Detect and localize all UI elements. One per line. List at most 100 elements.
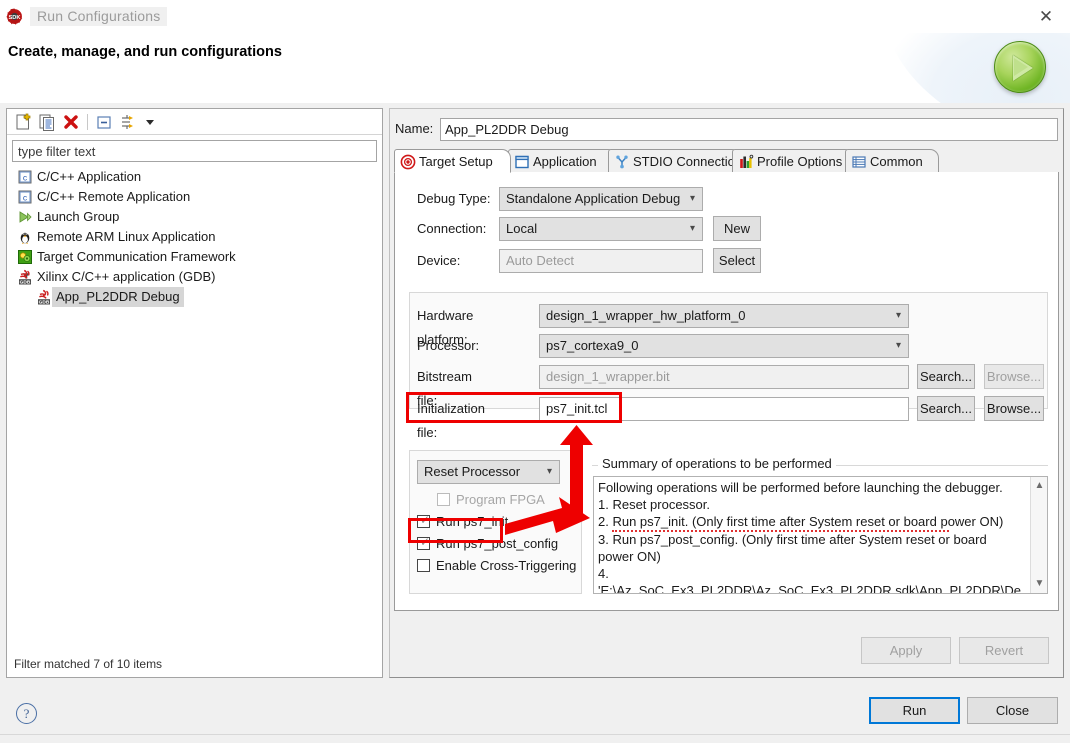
tree-item-label: Remote ARM Linux Application	[37, 229, 216, 244]
tree-item-target-communication-framework[interactable]: Target Communication Framework	[7, 247, 382, 267]
initialization-browse-button[interactable]: Browse...	[984, 396, 1044, 421]
bitstream-search-button[interactable]: Search...	[917, 364, 975, 389]
checkbox-label: Program FPGA	[456, 492, 545, 507]
dialog-footer: ? Run Close	[0, 683, 1070, 743]
tree-toolbar	[7, 109, 382, 135]
debug-type-select[interactable]: Standalone Application Debug ▾	[499, 187, 703, 211]
summary-text: Following operations will be performed b…	[598, 480, 1022, 594]
duplicate-icon[interactable]	[37, 112, 58, 132]
checkbox-box[interactable]	[417, 559, 430, 572]
close-button[interactable]: Close	[967, 697, 1058, 724]
connection-label: Connection:	[417, 221, 487, 236]
launch-config-tree[interactable]: c C/C++ Application c C/C++ Remote Appli…	[7, 167, 382, 645]
tab-application[interactable]: Application	[508, 149, 617, 173]
chevron-down-icon: ▾	[895, 340, 901, 351]
connection-row: Connection: Local ▾ New	[417, 216, 1037, 241]
filter-icon[interactable]	[118, 112, 139, 132]
help-question-icon[interactable]: ?	[16, 703, 37, 724]
linux-penguin-icon	[20, 232, 30, 244]
checkbox-box[interactable]: ✓	[417, 514, 430, 528]
tree-item-label: Xilinx C/C++ application (GDB)	[37, 269, 216, 284]
tree-item-label: C/C++ Application	[37, 169, 142, 184]
initialization-file-label: Initialization file:	[417, 401, 485, 440]
reset-mode-value: Reset Processor	[424, 464, 521, 479]
collapse-all-icon[interactable]	[94, 112, 115, 132]
gdb-icon: GDB	[19, 269, 31, 285]
device-field[interactable]: Auto Detect	[499, 249, 703, 273]
apply-revert-bar: Apply Revert	[390, 625, 1063, 677]
footer-divider	[0, 734, 1070, 735]
tree-item-label: Launch Group	[37, 209, 120, 224]
svg-text:SDK: SDK	[8, 15, 21, 21]
configuration-name-input[interactable]	[440, 118, 1058, 141]
hardware-platform-select[interactable]: design_1_wrapper_hw_platform_0 ▾	[539, 304, 909, 328]
chevron-up-icon[interactable]: ▲	[1031, 478, 1047, 494]
summary-red-underline	[612, 530, 949, 532]
launch-configuration-tree-panel: c C/C++ Application c C/C++ Remote Appli…	[6, 108, 383, 678]
initialization-search-button[interactable]: Search...	[917, 396, 975, 421]
connection-value: Local	[506, 221, 538, 236]
stdio-icon	[616, 155, 628, 169]
debug-type-row: Debug Type: Standalone Application Debug…	[417, 187, 1037, 211]
chevron-down-icon[interactable]	[140, 112, 161, 132]
initialization-file-field[interactable]: ps7_init.tcl	[539, 397, 909, 421]
reset-mode-select[interactable]: Reset Processor ▾	[417, 460, 560, 484]
tree-item-launch-group[interactable]: Launch Group	[7, 207, 382, 227]
name-label: Name:	[395, 121, 434, 136]
configuration-editor-panel: Name: Target Setup	[389, 108, 1064, 678]
tree-item-xilinx-c-cpp-application-gdb[interactable]: ▼ GDB Xilinx C/C++ application (GDB)	[7, 267, 382, 287]
run-configurations-dialog: SDK Run Configurations ✕ Create, manage,…	[0, 0, 1070, 743]
dialog-body: c C/C++ Application c C/C++ Remote Appli…	[0, 103, 1070, 683]
tab-common[interactable]: Common	[845, 149, 939, 173]
checkbox-label: Enable Cross-Triggering	[436, 558, 577, 573]
summary-legend: Summary of operations to be performed	[598, 456, 836, 471]
svg-text:GDB: GDB	[39, 300, 50, 305]
tab-label: STDIO Connection	[633, 154, 743, 169]
filter-status-text: Filter matched 7 of 10 items	[14, 657, 163, 671]
chevron-down-icon[interactable]: ▼	[1031, 576, 1047, 592]
gdb-icon: GDB	[38, 289, 50, 305]
profile-icon	[740, 154, 754, 168]
application-icon	[515, 155, 529, 169]
select-device-button[interactable]: Select	[713, 248, 761, 273]
bitstream-field[interactable]: design_1_wrapper.bit	[539, 365, 909, 389]
launch-group-icon	[19, 211, 32, 223]
target-setup-page: Debug Type: Standalone Application Debug…	[394, 172, 1059, 611]
summary-text-area[interactable]: Following operations will be performed b…	[593, 476, 1048, 594]
chevron-down-icon: ▾	[895, 310, 901, 321]
tree-item-app-pl2ddr-debug[interactable]: GDB App_PL2DDR Debug	[7, 287, 382, 307]
tab-label: Application	[533, 154, 597, 169]
tree-item-c-cpp-application[interactable]: c C/C++ Application	[7, 167, 382, 187]
tree-item-label: C/C++ Remote Application	[37, 189, 191, 204]
tree-item-remote-arm-linux-application[interactable]: Remote ARM Linux Application	[7, 227, 382, 247]
device-row: Device: Auto Detect Select	[417, 248, 1037, 273]
delete-icon[interactable]	[61, 112, 82, 132]
tab-profile-options[interactable]: Profile Options	[732, 149, 854, 173]
search-input[interactable]	[12, 140, 377, 162]
close-icon[interactable]: ✕	[1032, 5, 1060, 29]
new-launch-configuration-icon[interactable]	[13, 112, 34, 132]
apply-button: Apply	[861, 637, 951, 664]
processor-select[interactable]: ps7_cortexa9_0 ▾	[539, 334, 909, 358]
dialog-header: Create, manage, and run configurations	[0, 33, 1070, 103]
checkbox-box[interactable]: ✓	[417, 536, 430, 550]
chevron-down-icon: ▾	[689, 193, 695, 204]
summary-scrollbar[interactable]: ▲ ▼	[1030, 477, 1047, 593]
run-button[interactable]: Run	[869, 697, 960, 724]
page-title: Create, manage, and run configurations	[8, 44, 282, 60]
tree-item-label: App_PL2DDR Debug	[52, 287, 184, 307]
tab-label: Common	[870, 154, 923, 169]
tree-item-c-cpp-remote-application[interactable]: c C/C++ Remote Application	[7, 187, 382, 207]
tab-stdio-connection[interactable]: STDIO Connection	[608, 149, 743, 173]
run-play-icon	[994, 41, 1046, 93]
device-label: Device:	[417, 253, 461, 268]
tab-target-setup[interactable]: Target Setup	[394, 149, 511, 173]
checkbox-box	[437, 493, 450, 506]
target-icon	[400, 154, 416, 170]
bitstream-browse-button: Browse...	[984, 364, 1044, 389]
new-connection-button[interactable]: New	[713, 216, 761, 241]
connection-select[interactable]: Local ▾	[499, 217, 703, 241]
filter-input-wrap	[12, 140, 377, 162]
svg-text:GDB: GDB	[20, 280, 31, 285]
tab-strip: Target Setup Application STDIO Connectio…	[394, 149, 1059, 173]
